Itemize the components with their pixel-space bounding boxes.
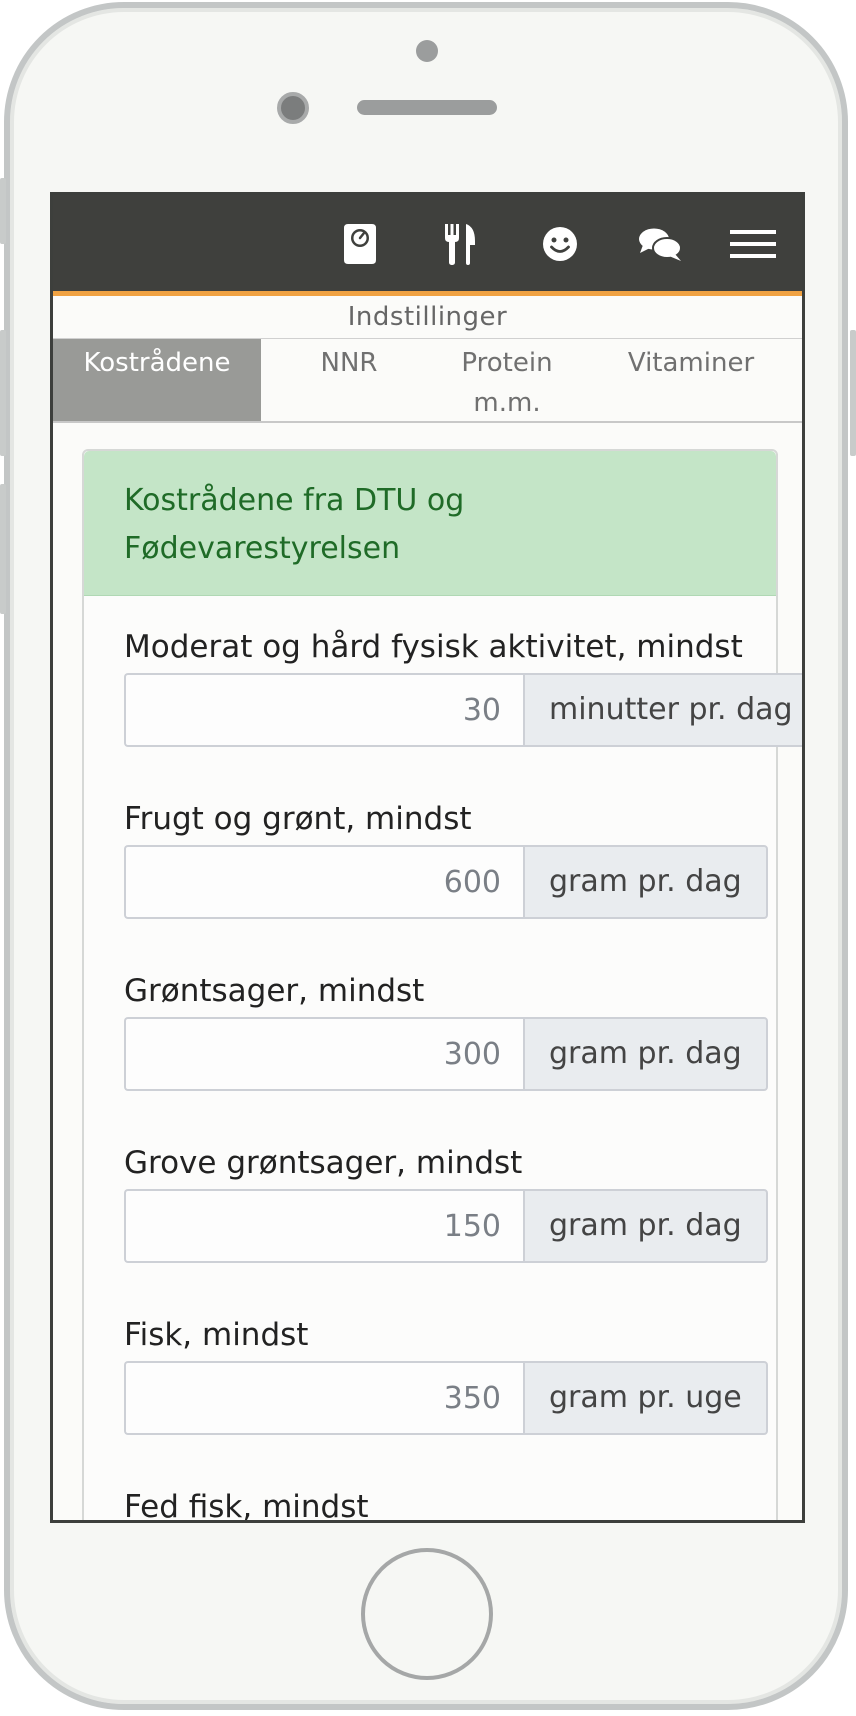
- panel-heading: Kostrådene fra DTU og Fødevarestyrelsen: [84, 451, 776, 596]
- field-label-activity: Moderat og hård fysisk aktivitet, mindst: [124, 629, 743, 665]
- page-title: Indstillinger: [53, 296, 802, 340]
- coarse-vegetables-input[interactable]: [124, 1189, 523, 1263]
- chat-icon[interactable]: [635, 219, 685, 269]
- tab-nnr[interactable]: NNR: [261, 339, 437, 421]
- fruit-veg-unit: gram pr. dag: [523, 845, 768, 919]
- fish-input-group: gram pr. uge: [124, 1361, 768, 1435]
- field-label-fruit-veg: Frugt og grønt, mindst: [124, 801, 472, 837]
- tab-label: NNR: [320, 348, 378, 378]
- fruit-veg-input[interactable]: [124, 845, 523, 919]
- activity-input-group: minutter pr. dag: [124, 673, 802, 747]
- vegetables-input[interactable]: [124, 1017, 523, 1091]
- fork-knife-icon[interactable]: [435, 219, 485, 269]
- volume-up-button: [0, 330, 6, 456]
- fish-unit: gram pr. uge: [523, 1361, 768, 1435]
- mute-switch: [0, 178, 6, 244]
- hamburger-menu-icon[interactable]: [727, 219, 779, 269]
- app-screen: Indstillinger Kostrådene NNR Protein m.m…: [50, 192, 805, 1523]
- top-navbar: [53, 195, 802, 296]
- vegetables-unit: gram pr. dag: [523, 1017, 768, 1091]
- tab-label: Vitaminer: [627, 348, 755, 378]
- smiley-icon[interactable]: [535, 219, 585, 269]
- activity-unit: minutter pr. dag: [523, 673, 802, 747]
- tab-protein[interactable]: Protein m.m.: [437, 339, 577, 421]
- front-camera: [277, 92, 309, 124]
- proximity-sensor: [416, 40, 438, 62]
- field-label-coarse-vegetables: Grove grøntsager, mindst: [124, 1145, 523, 1181]
- settings-tabs: Kostrådene NNR Protein m.m. Vitaminer: [53, 339, 802, 423]
- earpiece-speaker: [357, 100, 497, 115]
- tab-label: Kostrådene: [83, 348, 231, 378]
- coarse-vegetables-input-group: gram pr. dag: [124, 1189, 768, 1263]
- field-label-fatty-fish: Fed fisk, mindst: [124, 1489, 369, 1523]
- guidelines-panel: Kostrådene fra DTU og Fødevarestyrelsen …: [82, 449, 802, 1523]
- scale-icon[interactable]: [335, 219, 385, 269]
- field-label-fish: Fisk, mindst: [124, 1317, 309, 1353]
- fruit-veg-input-group: gram pr. dag: [124, 845, 768, 919]
- volume-down-button: [0, 484, 6, 614]
- tab-kostradene[interactable]: Kostrådene: [53, 339, 261, 421]
- power-button: [850, 330, 856, 456]
- tab-label: Protein m.m.: [461, 348, 553, 418]
- activity-input[interactable]: [124, 673, 523, 747]
- coarse-vegetables-unit: gram pr. dag: [523, 1189, 768, 1263]
- tab-vitaminer[interactable]: Vitaminer: [577, 339, 802, 421]
- fish-input[interactable]: [124, 1361, 523, 1435]
- vegetables-input-group: gram pr. dag: [124, 1017, 768, 1091]
- home-button[interactable]: [361, 1548, 493, 1680]
- field-label-vegetables: Grøntsager, mindst: [124, 973, 425, 1009]
